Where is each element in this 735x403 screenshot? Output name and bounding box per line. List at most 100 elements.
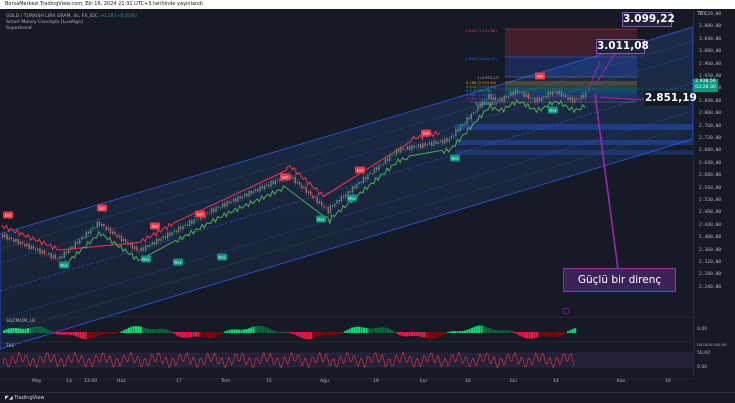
svg-text:Buy: Buy (348, 196, 356, 201)
candle-body (87, 231, 90, 235)
price-tick: 2.320,00 (699, 260, 722, 265)
candle-body (439, 140, 442, 142)
sqz-bar (24, 328, 27, 333)
sell-signal[interactable]: Sell (195, 210, 205, 218)
price-box-3011[interactable]: 3.011,08 (596, 39, 649, 54)
candle-body (230, 201, 233, 203)
sqz-bar (96, 332, 99, 337)
candle-body (477, 105, 479, 112)
candle-body (580, 94, 582, 100)
sqz-bar (178, 332, 181, 337)
buy-signal[interactable]: Buy (217, 253, 227, 261)
candle-body (327, 206, 329, 214)
sqz-bar (29, 327, 32, 333)
sqz-bar (427, 332, 430, 339)
sqz-bar (379, 327, 382, 333)
candle-body (63, 251, 65, 259)
sell-signal[interactable]: Sell (3, 211, 13, 219)
candle-body (4, 234, 6, 238)
candle-body (538, 97, 541, 101)
sqz-bar (101, 332, 104, 335)
sell-signal[interactable]: Sell (535, 72, 545, 80)
candle-body (369, 172, 371, 175)
sqzmom-label[interactable]: SQZMOM_LB (6, 319, 35, 324)
sqz-bar (483, 325, 485, 333)
symbol-change: +0,18 (+0,01%) (99, 14, 137, 19)
sqz-bar (31, 326, 34, 333)
sqz-bar (449, 331, 452, 333)
candle-body (376, 167, 378, 171)
candle-body (362, 176, 365, 184)
sell-signal[interactable]: Sell (150, 222, 160, 230)
price-box-2851[interactable]: 2.851,19 (644, 91, 697, 106)
sqz-bar (459, 331, 461, 333)
candle-body (433, 140, 435, 146)
sqz-bar (413, 332, 416, 336)
candle-body (299, 181, 301, 186)
candle-body (490, 93, 492, 101)
sell-signal[interactable]: Sell (421, 129, 431, 137)
tradingview-logo-icon[interactable]: ◤◢ (5, 395, 13, 401)
candle-body (61, 256, 63, 259)
resistance-callout[interactable]: Güçlü bir direnç (563, 268, 676, 292)
sqz-bar (475, 325, 478, 333)
price-axis[interactable]: 3.120,00 3.080,00 3.040,00 3.000,00 2.960,00… (693, 9, 735, 376)
buy-signal[interactable]: Buy (173, 258, 183, 266)
candle-body (525, 93, 527, 97)
chart-legend[interactable]: GOLD / TURKISH LIRA GRAM, 4s, FX_IDC +0,… (6, 14, 137, 33)
sqz-bar (252, 326, 255, 333)
tke-label[interactable]: TKE (6, 344, 15, 349)
sqz-bar (365, 328, 368, 333)
candle-body (402, 147, 404, 150)
candle-body (193, 219, 195, 224)
buy-signal[interactable]: Buy (316, 215, 326, 223)
candle-body (65, 251, 68, 254)
candle-body (422, 142, 424, 149)
candle-body (413, 145, 415, 148)
candle-body (54, 254, 57, 259)
candle-body (334, 203, 336, 207)
indicator-supertrend[interactable]: Supertrend (6, 26, 137, 32)
squeeze-momentum-histogram (3, 325, 577, 340)
sqz-bar (370, 328, 373, 333)
sqz-bar (94, 332, 97, 338)
candle-body (268, 184, 270, 187)
sqz-bar (439, 332, 442, 337)
sqz-bar (67, 332, 70, 335)
sqz-bar (106, 332, 109, 334)
candle-body (140, 247, 142, 252)
footer-brand[interactable]: TradingView (14, 395, 44, 401)
candle-body (519, 92, 521, 94)
sqz-bar (319, 332, 322, 337)
candle-body (263, 185, 266, 190)
sell-signal[interactable]: Sell (280, 173, 290, 181)
candle-body (347, 191, 349, 195)
buy-signal[interactable]: Buy (347, 194, 357, 202)
sqz-bar (300, 332, 303, 338)
buy-signal[interactable]: Buy (141, 255, 151, 263)
buy-signal[interactable]: Buy (450, 154, 460, 162)
sell-signal[interactable]: Sell (97, 204, 107, 212)
sqz-bar (391, 330, 394, 333)
price-box-3099[interactable]: 3.099,22 (622, 12, 675, 27)
sqz-bar (17, 328, 20, 333)
candle-body (105, 226, 107, 230)
chart-canvas[interactable]: 1.618 (3.101,88) 1.618 (3.009,97) 1 (2.9… (0, 9, 693, 392)
candle-body (228, 201, 230, 203)
candle-body (582, 94, 585, 99)
sell-signal[interactable]: Sell (355, 166, 365, 174)
sqzmom-tick: 0,00 (697, 327, 708, 332)
currency-label[interactable]: TRY (697, 12, 706, 17)
sqz-bar (420, 332, 423, 337)
candle-body (15, 238, 17, 242)
buy-signal[interactable]: Buy (548, 106, 558, 114)
svg-text:Buy: Buy (549, 108, 557, 113)
sqz-bar (396, 332, 399, 335)
current-price-countdown: 03:28:30 (695, 85, 716, 90)
sqz-bar (7, 328, 10, 333)
candle-body (101, 224, 103, 226)
sqz-bar (389, 329, 392, 333)
sqz-bar (271, 330, 274, 333)
buy-signal[interactable]: Buy (59, 261, 69, 269)
candle-body (541, 97, 543, 101)
